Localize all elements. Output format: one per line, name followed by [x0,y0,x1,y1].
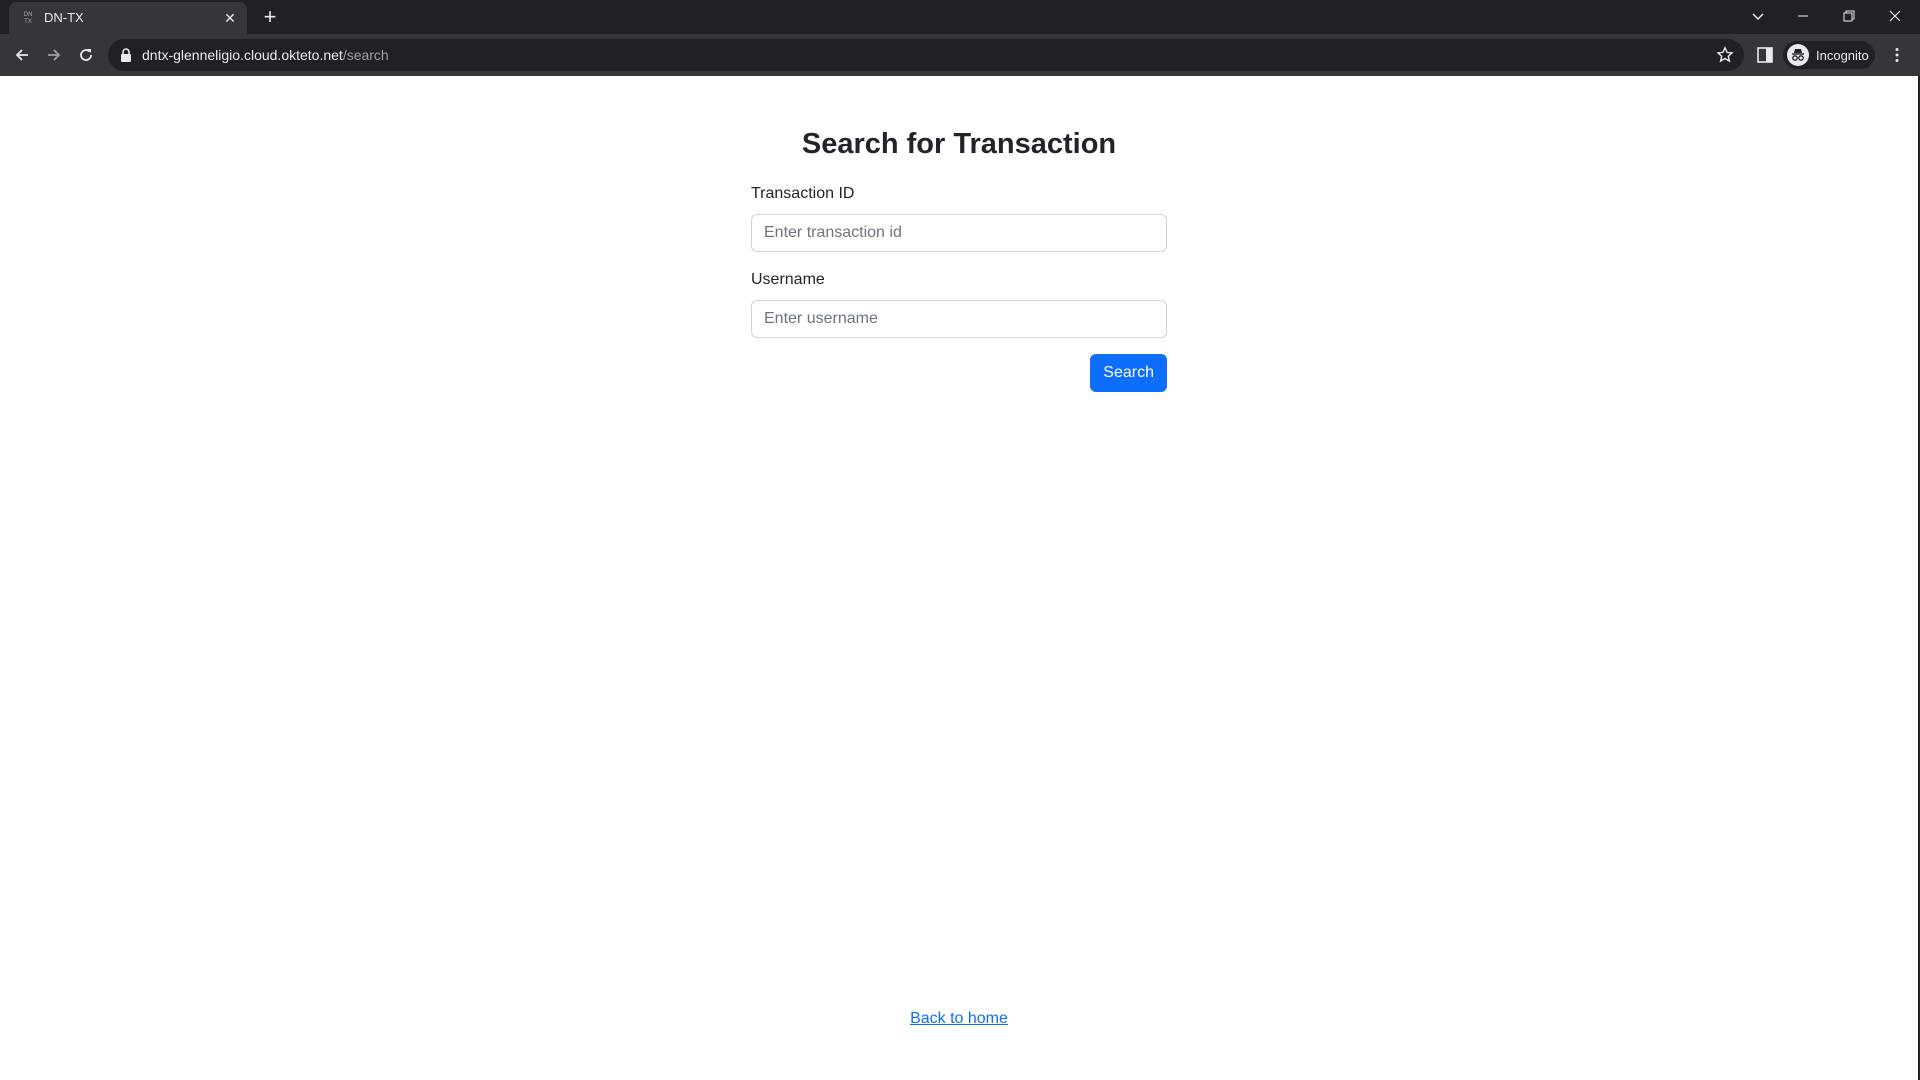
back-arrow-icon[interactable] [8,41,36,69]
search-form-container: Search for Transaction Transaction ID Us… [751,76,1167,392]
page-title: Search for Transaction [801,128,1117,160]
browser-chrome: DN TX DN-TX ✕ + dntx-glenneligio.cloud.o… [0,0,1920,76]
restore-icon[interactable] [1829,2,1869,30]
close-window-icon[interactable] [1875,2,1915,30]
transaction-id-label: Transaction ID [751,185,855,202]
tab-search-icon[interactable] [1738,2,1778,30]
close-tab-icon[interactable]: ✕ [221,9,239,27]
url-text: dntx-glenneligio.cloud.okteto.net/search [142,47,389,63]
form-actions: Search [751,354,1167,392]
bookmark-star-icon[interactable] [1716,46,1734,64]
address-bar[interactable]: dntx-glenneligio.cloud.okteto.net/search [108,39,1744,71]
transaction-id-input[interactable] [751,214,1167,252]
browser-toolbar: dntx-glenneligio.cloud.okteto.net/search… [0,34,1920,76]
forward-arrow-icon[interactable] [40,41,68,69]
new-tab-button[interactable]: + [258,5,282,29]
page-content: Search for Transaction Transaction ID Us… [0,76,1918,1080]
more-menu-icon[interactable] [1888,46,1906,64]
url-path: /search [342,47,389,63]
reload-icon[interactable] [72,41,100,69]
incognito-profile-button[interactable]: Incognito [1783,41,1875,69]
username-label: Username [751,271,825,288]
favicon-icon: DN TX [23,11,33,25]
side-panel-icon[interactable] [1756,46,1774,64]
tab-title: DN-TX [44,10,84,25]
url-host: dntx-glenneligio.cloud.okteto.net [142,47,343,63]
incognito-icon [1787,44,1809,66]
tab-strip: DN TX DN-TX ✕ + [0,0,1920,34]
lock-icon [121,48,131,62]
profile-label: Incognito [1816,47,1869,63]
browser-tab[interactable]: DN TX DN-TX ✕ [9,2,247,34]
username-input[interactable] [751,300,1167,338]
back-to-home-link[interactable]: Back to home [910,1010,1008,1027]
minimize-icon[interactable] [1783,2,1823,30]
search-button[interactable]: Search [1090,354,1167,392]
back-link-container: Back to home [0,1010,1918,1028]
